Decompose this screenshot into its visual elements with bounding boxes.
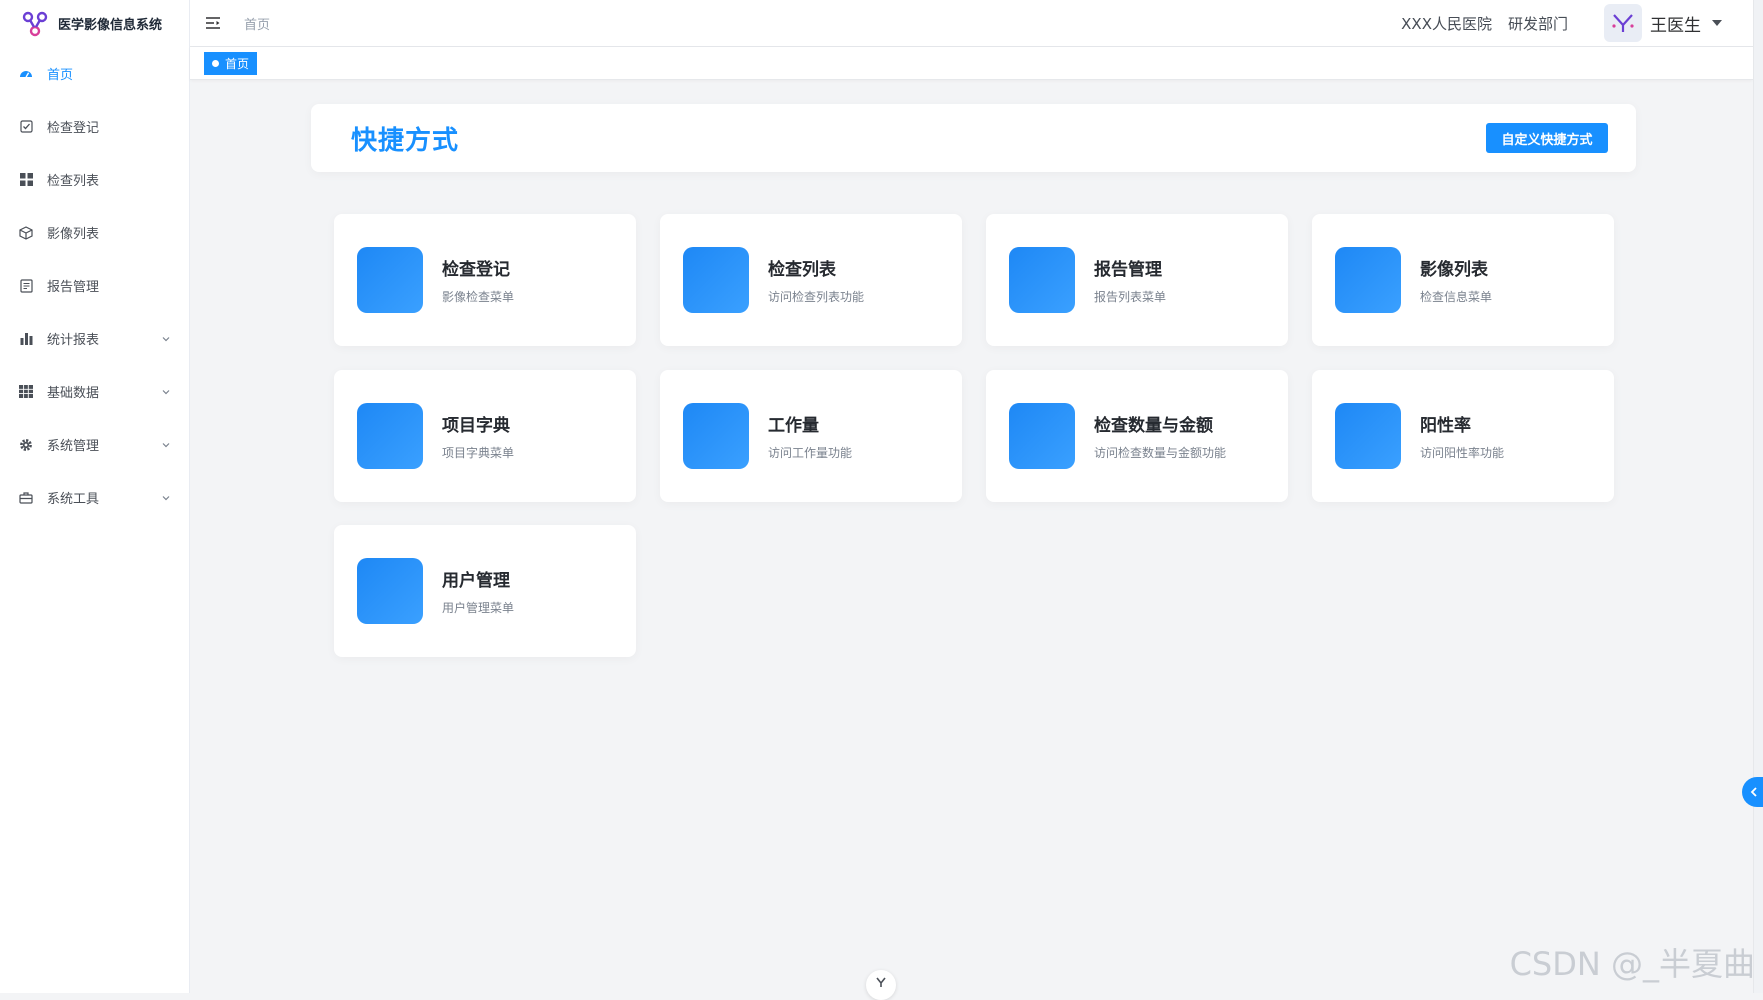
shortcut-tile-icon (683, 247, 749, 313)
shortcut-title: 检查登记 (442, 255, 514, 280)
chevron-left-icon (1749, 786, 1759, 798)
shortcut-tile-icon (1009, 247, 1075, 313)
shortcut-card[interactable]: 检查登记影像检查菜单 (334, 214, 636, 346)
top-header: 首页 XXX人民医院 研发部门 王医生 (190, 0, 1753, 47)
shortcut-desc: 访问阳性率功能 (1420, 444, 1504, 461)
sidebar-menu: 首页 检查登记 检查列表 影像列表 报告管理 (0, 47, 189, 524)
sidebar-item-base-data[interactable]: 基础数据 (0, 365, 189, 418)
tab-home[interactable]: 首页 (204, 52, 257, 75)
shortcut-desc: 影像检查菜单 (442, 288, 514, 305)
customize-shortcuts-button[interactable]: 自定义快捷方式 (1486, 123, 1608, 153)
shortcut-desc: 检查信息菜单 (1420, 288, 1492, 305)
chevron-down-icon (875, 976, 887, 988)
app-title: 医学影像信息系统 (58, 14, 162, 33)
sidebar-item-label: 检查列表 (47, 170, 171, 189)
shortcut-card[interactable]: 项目字典项目字典菜单 (334, 370, 636, 502)
watermark: CSDN @_半夏曲 (1510, 939, 1755, 985)
shortcut-tile-icon (357, 247, 423, 313)
shortcut-title: 检查数量与金额 (1094, 411, 1226, 436)
molecule-logo-icon (22, 11, 48, 37)
chevron-down-icon (161, 493, 171, 503)
chevron-down-icon (161, 334, 171, 344)
active-dot-icon (212, 60, 219, 67)
shortcut-card[interactable]: 检查数量与金额访问检查数量与金额功能 (986, 370, 1288, 502)
tab-label: 首页 (225, 55, 249, 72)
shortcut-tile-icon (683, 403, 749, 469)
user-name[interactable]: 王医生 (1650, 11, 1701, 36)
sidebar-item-report-management[interactable]: 报告管理 (0, 259, 189, 312)
brand[interactable]: 医学影像信息系统 (0, 0, 189, 47)
shortcut-desc: 用户管理菜单 (442, 599, 514, 616)
sidebar-item-statistics[interactable]: 统计报表 (0, 312, 189, 365)
department-name: 研发部门 (1508, 13, 1568, 34)
grid-icon (19, 173, 33, 187)
chevron-down-icon (161, 387, 171, 397)
shortcut-tile-icon (357, 403, 423, 469)
shortcut-title: 工作量 (768, 411, 852, 436)
cube-icon (19, 226, 33, 240)
shortcut-card[interactable]: 阳性率访问阳性率功能 (1312, 370, 1614, 502)
shortcut-title: 阳性率 (1420, 411, 1504, 436)
shortcut-panel: 快捷方式 自定义快捷方式 (311, 104, 1636, 172)
shortcut-title: 报告管理 (1094, 255, 1166, 280)
shortcut-title: 项目字典 (442, 411, 514, 436)
shortcut-card[interactable]: 影像列表检查信息菜单 (1312, 214, 1614, 346)
caret-down-icon[interactable] (1711, 19, 1723, 27)
sidebar-item-label: 报告管理 (47, 276, 171, 295)
bar-chart-icon (19, 332, 33, 346)
sidebar-item-exam-registration[interactable]: 检查登记 (0, 100, 189, 153)
sidebar-item-label: 统计报表 (47, 329, 161, 348)
sidebar-item-label: 系统工具 (47, 488, 161, 507)
shortcut-tile-icon (357, 558, 423, 624)
avatar[interactable] (1604, 4, 1642, 42)
shortcut-title: 用户管理 (442, 566, 514, 591)
sidebar-item-label: 系统管理 (47, 435, 161, 454)
page-title: 快捷方式 (351, 120, 459, 157)
shortcut-tile-icon (1335, 247, 1401, 313)
shortcut-tile-icon (1009, 403, 1075, 469)
gear-icon (19, 438, 33, 452)
sidebar-item-label: 首页 (47, 64, 171, 83)
chevron-down-icon (161, 440, 171, 450)
menu-toggle-icon[interactable] (204, 14, 222, 32)
shortcut-desc: 报告列表菜单 (1094, 288, 1166, 305)
shortcut-card[interactable]: 报告管理报告列表菜单 (986, 214, 1288, 346)
shortcut-desc: 项目字典菜单 (442, 444, 514, 461)
sidebar-item-label: 基础数据 (47, 382, 161, 401)
shortcut-tile-icon (1335, 403, 1401, 469)
sidebar-item-home[interactable]: 首页 (0, 47, 189, 100)
sidebar-item-image-list[interactable]: 影像列表 (0, 206, 189, 259)
toolbox-icon (19, 491, 33, 505)
sidebar-item-label: 检查登记 (47, 117, 171, 136)
shortcut-card[interactable]: 工作量访问工作量功能 (660, 370, 962, 502)
dashboard-icon (19, 67, 33, 81)
scrollbar[interactable] (1753, 0, 1763, 993)
shortcut-title: 影像列表 (1420, 255, 1492, 280)
checkbox-icon (19, 120, 33, 134)
shortcut-desc: 访问检查数量与金额功能 (1094, 444, 1226, 461)
table-icon (19, 385, 33, 399)
tags-bar: 首页 (190, 47, 1753, 80)
hospital-name: XXX人民医院 (1401, 13, 1492, 34)
side-panel-toggle[interactable] (1742, 777, 1763, 807)
shortcut-card[interactable]: 检查列表访问检查列表功能 (660, 214, 962, 346)
report-icon (19, 279, 33, 293)
header-right: XXX人民医院 研发部门 王医生 (1401, 4, 1753, 42)
shortcut-card[interactable]: 用户管理用户管理菜单 (334, 525, 636, 657)
shortcut-desc: 访问工作量功能 (768, 444, 852, 461)
breadcrumb[interactable]: 首页 (244, 14, 270, 33)
sidebar-item-label: 影像列表 (47, 223, 171, 242)
sidebar-item-system-management[interactable]: 系统管理 (0, 418, 189, 471)
shortcut-desc: 访问检查列表功能 (768, 288, 864, 305)
sidebar-item-system-tools[interactable]: 系统工具 (0, 471, 189, 524)
shortcut-title: 检查列表 (768, 255, 864, 280)
expand-toggle[interactable] (866, 970, 896, 1000)
sidebar-item-exam-list[interactable]: 检查列表 (0, 153, 189, 206)
sidebar: 医学影像信息系统 首页 检查登记 检查列表 影像列表 (0, 0, 190, 993)
